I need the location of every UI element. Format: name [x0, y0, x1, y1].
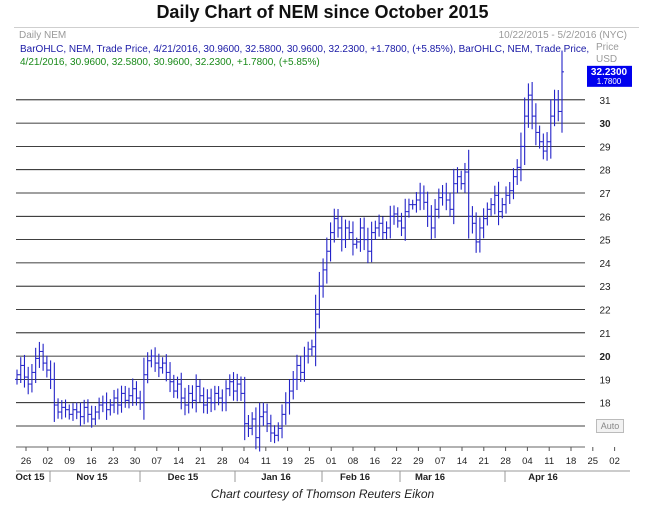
y-tick-label: 25 [599, 236, 611, 247]
price-change-value: 1.7800 [597, 77, 622, 86]
auto-scale-button[interactable]: Auto [596, 419, 624, 433]
y-tick-label: 22 [599, 306, 611, 317]
x-tick-label: 23 [108, 456, 119, 467]
x-tick-label: 07 [435, 456, 446, 467]
x-month-label: Jan 16 [261, 472, 291, 483]
x-tick-label: 04 [522, 456, 533, 467]
x-month-label: Mar 16 [415, 472, 445, 483]
x-tick-label: 28 [500, 456, 511, 467]
x-tick-label: 14 [173, 456, 184, 467]
y-tick-label: 21 [599, 329, 611, 340]
ohlc-chart[interactable]: 1718192021222324252627282930312602091623… [0, 0, 645, 515]
x-month-label: Nov 15 [76, 472, 108, 483]
x-tick-label: 28 [217, 456, 228, 467]
x-tick-label: 21 [195, 456, 206, 467]
x-tick-label: 09 [64, 456, 75, 467]
x-tick-label: 19 [282, 456, 293, 467]
x-tick-label: 04 [239, 456, 250, 467]
x-tick-label: 25 [304, 456, 315, 467]
y-tick-label: 24 [599, 259, 611, 270]
x-tick-label: 02 [609, 456, 620, 467]
y-tick-label: 30 [599, 119, 611, 130]
y-tick-label: 29 [599, 142, 611, 153]
x-month-label: Dec 15 [168, 472, 199, 483]
y-tick-label: 18 [599, 399, 611, 410]
y-tick-label: 20 [599, 352, 611, 363]
y-tick-label: 26 [599, 212, 611, 223]
y-tick-label: 27 [599, 189, 611, 200]
x-month-label: Feb 16 [340, 472, 370, 483]
y-tick-label: 23 [599, 282, 611, 293]
x-tick-label: 18 [566, 456, 577, 467]
x-tick-label: 16 [86, 456, 97, 467]
x-tick-label: 21 [479, 456, 490, 467]
x-tick-label: 01 [326, 456, 337, 467]
chart-credit: Chart courtesy of Thomson Reuters Eikon [210, 487, 435, 501]
x-tick-label: 02 [43, 456, 54, 467]
x-tick-label: 26 [21, 456, 32, 467]
y-tick-label: 31 [599, 96, 611, 107]
x-tick-label: 16 [370, 456, 381, 467]
x-month-label: Oct 15 [15, 472, 45, 483]
x-tick-label: 08 [348, 456, 359, 467]
x-tick-label: 22 [391, 456, 402, 467]
x-tick-label: 11 [544, 456, 554, 467]
x-tick-label: 07 [152, 456, 163, 467]
x-tick-label: 14 [457, 456, 468, 467]
x-tick-label: 29 [413, 456, 424, 467]
x-tick-label: 25 [588, 456, 599, 467]
y-tick-label: 28 [599, 166, 611, 177]
x-tick-label: 11 [261, 456, 271, 467]
x-month-label: Apr 16 [528, 472, 558, 483]
x-tick-label: 30 [130, 456, 141, 467]
y-tick-label: 19 [599, 375, 611, 386]
